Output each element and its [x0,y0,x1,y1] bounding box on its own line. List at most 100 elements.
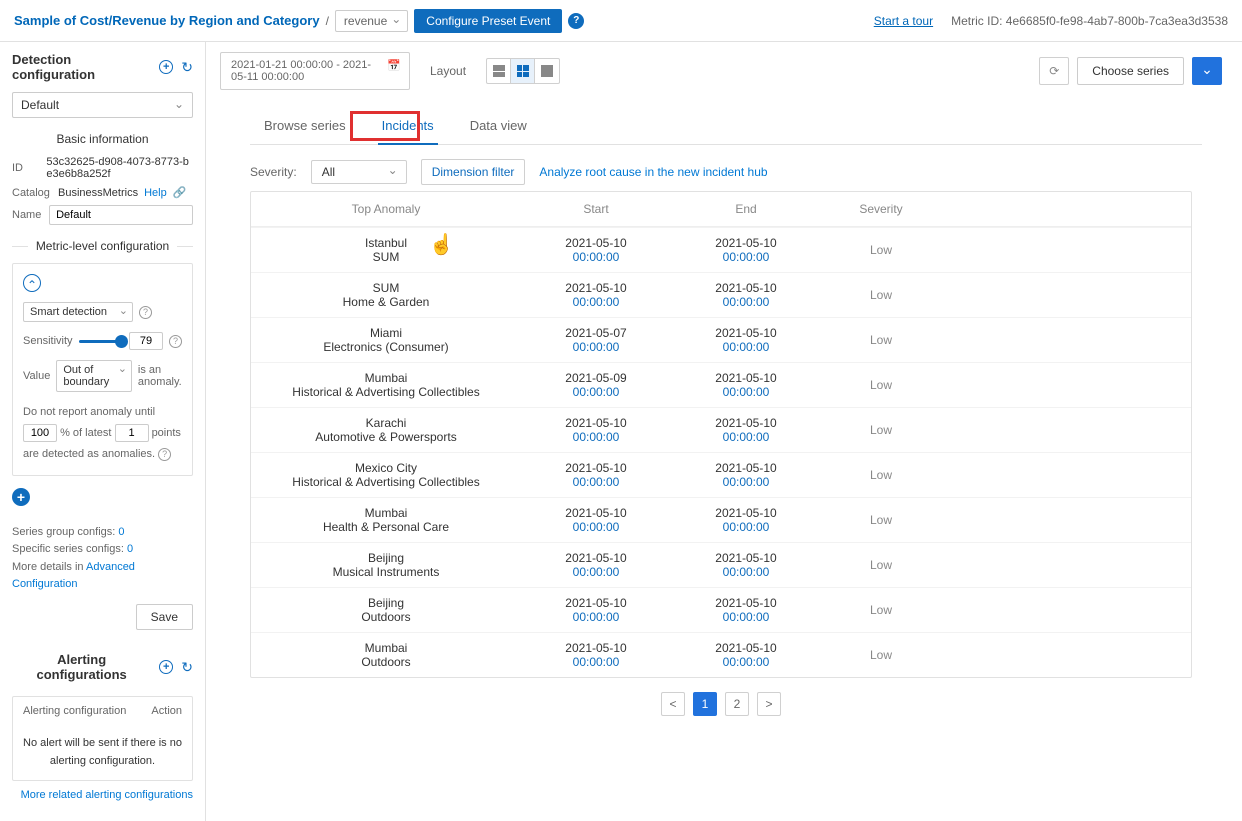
header-right: Start a tour Metric ID: 4e6685f0-fe98-4a… [874,14,1228,28]
dnr-help-icon[interactable]: ? [158,448,171,461]
page-next[interactable]: > [757,692,781,716]
analyze-root-cause-link[interactable]: Analyze root cause in the new incident h… [539,165,767,179]
specific-series-count-link[interactable]: 0 [127,543,133,555]
start-date: 2021-05-10 [521,236,671,250]
start-tour-link[interactable]: Start a tour [874,14,933,28]
sidebar: Detection configuration + Default Basic … [0,42,206,821]
end-time: 00:00:00 [671,250,821,264]
table-row[interactable]: IstanbulSUM2021-05-1000:00:002021-05-100… [251,227,1191,272]
page-title-link[interactable]: Sample of Cost/Revenue by Region and Cat… [14,13,320,28]
choose-series-button[interactable]: Choose series [1077,57,1184,85]
severity-filter-select[interactable]: All [311,160,407,184]
tab-incidents[interactable]: Incidents [378,108,438,145]
table-row[interactable]: Mexico CityHistorical & Advertising Coll… [251,452,1191,497]
alert-col-config: Alerting configuration [23,705,151,717]
dnr-percent-input[interactable] [23,424,57,442]
start-date: 2021-05-10 [521,641,671,655]
catalog-value: BusinessMetrics [58,187,138,199]
anomaly-line1: Beijing [251,596,521,610]
start-time: 00:00:00 [521,610,671,624]
configs-summary: Series group configs: 0 Specific series … [12,524,193,594]
table-row[interactable]: BeijingMusical Instruments2021-05-1000:0… [251,542,1191,587]
dnr-points-input[interactable] [115,424,149,442]
layout-single-icon[interactable] [535,59,559,83]
tab-data-view[interactable]: Data view [466,108,531,144]
config-name-input[interactable] [49,205,193,225]
start-time: 00:00:00 [521,475,671,489]
config-select[interactable]: Default [12,92,193,118]
date-range-picker[interactable]: 2021-01-21 00:00:00 - 2021-05-11 00:00:0… [220,52,410,90]
start-time: 00:00:00 [521,430,671,444]
end-date: 2021-05-10 [671,281,821,295]
table-row[interactable]: BeijingOutdoors2021-05-1000:00:002021-05… [251,587,1191,632]
anomaly-line1: Mexico City [251,461,521,475]
value-boundary-select[interactable]: Out of boundary [56,360,132,392]
dimension-filter-button[interactable]: Dimension filter [421,159,526,185]
anomaly-line2: Outdoors [251,655,521,669]
alert-empty-message: No alert will be sent if there is no ale… [13,725,192,780]
severity-value: Low [821,558,941,572]
detection-config-heading: Detection configuration [12,52,151,82]
alerting-config-table: Alerting configuration Action No alert w… [12,696,193,781]
table-row[interactable]: KarachiAutomotive & Powersports2021-05-1… [251,407,1191,452]
page-prev[interactable]: < [661,692,685,716]
page-2[interactable]: 2 [725,692,749,716]
severity-value: Low [821,513,941,527]
sensitivity-help-icon[interactable]: ? [169,335,182,348]
start-date: 2021-05-10 [521,506,671,520]
sensitivity-value-input[interactable] [129,332,163,350]
end-date: 2021-05-10 [671,236,821,250]
start-date: 2021-05-09 [521,371,671,385]
help-icon[interactable]: ? [568,13,584,29]
tabs: Browse series Incidents Data view [250,108,1202,145]
end-time: 00:00:00 [671,475,821,489]
col-top-anomaly: Top Anomaly [251,202,521,216]
metric-level-heading: Metric-level configuration [36,239,169,253]
sensitivity-label: Sensitivity [23,335,73,347]
table-row[interactable]: MumbaiHistorical & Advertising Collectib… [251,362,1191,407]
add-alerting-config-icon[interactable]: + [159,660,173,674]
more-alerting-configs-link[interactable]: More related alerting configurations [21,789,193,801]
series-group-count-link[interactable]: 0 [118,526,124,538]
add-condition-button[interactable]: + [12,488,30,506]
table-row[interactable]: MumbaiHealth & Personal Care2021-05-1000… [251,497,1191,542]
start-time: 00:00:00 [521,250,671,264]
sensitivity-slider[interactable] [79,340,123,343]
page-header: Sample of Cost/Revenue by Region and Cat… [0,0,1242,42]
add-detection-config-icon[interactable]: + [159,60,173,74]
severity-value: Low [821,378,941,392]
end-date: 2021-05-10 [671,326,821,340]
end-date: 2021-05-10 [671,596,821,610]
save-button[interactable]: Save [136,604,193,630]
alerting-config-heading: Alerting configurations [12,652,151,682]
value-suffix: is an anomaly. [138,364,182,388]
metric-dimension-select[interactable]: revenue [335,10,408,32]
page-1[interactable]: 1 [693,692,717,716]
collapse-icon[interactable] [23,274,41,292]
calendar-icon: 📅 [387,59,401,72]
catalog-help-link[interactable]: Help [144,187,167,199]
table-row[interactable]: SUMHome & Garden2021-05-1000:00:002021-0… [251,272,1191,317]
layout-grid-icon[interactable] [511,59,535,83]
refresh-button[interactable]: ⟳ [1039,57,1069,85]
history-icon[interactable] [181,59,193,76]
table-row[interactable]: MiamiElectronics (Consumer)2021-05-0700:… [251,317,1191,362]
table-row[interactable]: MumbaiOutdoors2021-05-1000:00:002021-05-… [251,632,1191,677]
alerting-history-icon[interactable] [181,659,193,676]
anomaly-line2: SUM [251,250,521,264]
configure-preset-event-button[interactable]: Configure Preset Event [414,9,562,33]
start-date: 2021-05-10 [521,596,671,610]
anomaly-line1: Istanbul [251,236,521,250]
tab-browse-series[interactable]: Browse series [260,108,350,144]
anomaly-line2: Home & Garden [251,295,521,309]
method-help-icon[interactable]: ? [139,306,152,319]
layout-vertical-icon[interactable] [487,59,511,83]
breadcrumb-separator: / [326,14,329,28]
id-label: ID [12,162,40,174]
start-time: 00:00:00 [521,340,671,354]
start-date: 2021-05-10 [521,551,671,565]
choose-series-dropdown[interactable] [1192,57,1222,85]
end-time: 00:00:00 [671,340,821,354]
end-date: 2021-05-10 [671,506,821,520]
detection-method-select[interactable]: Smart detection [23,302,133,322]
